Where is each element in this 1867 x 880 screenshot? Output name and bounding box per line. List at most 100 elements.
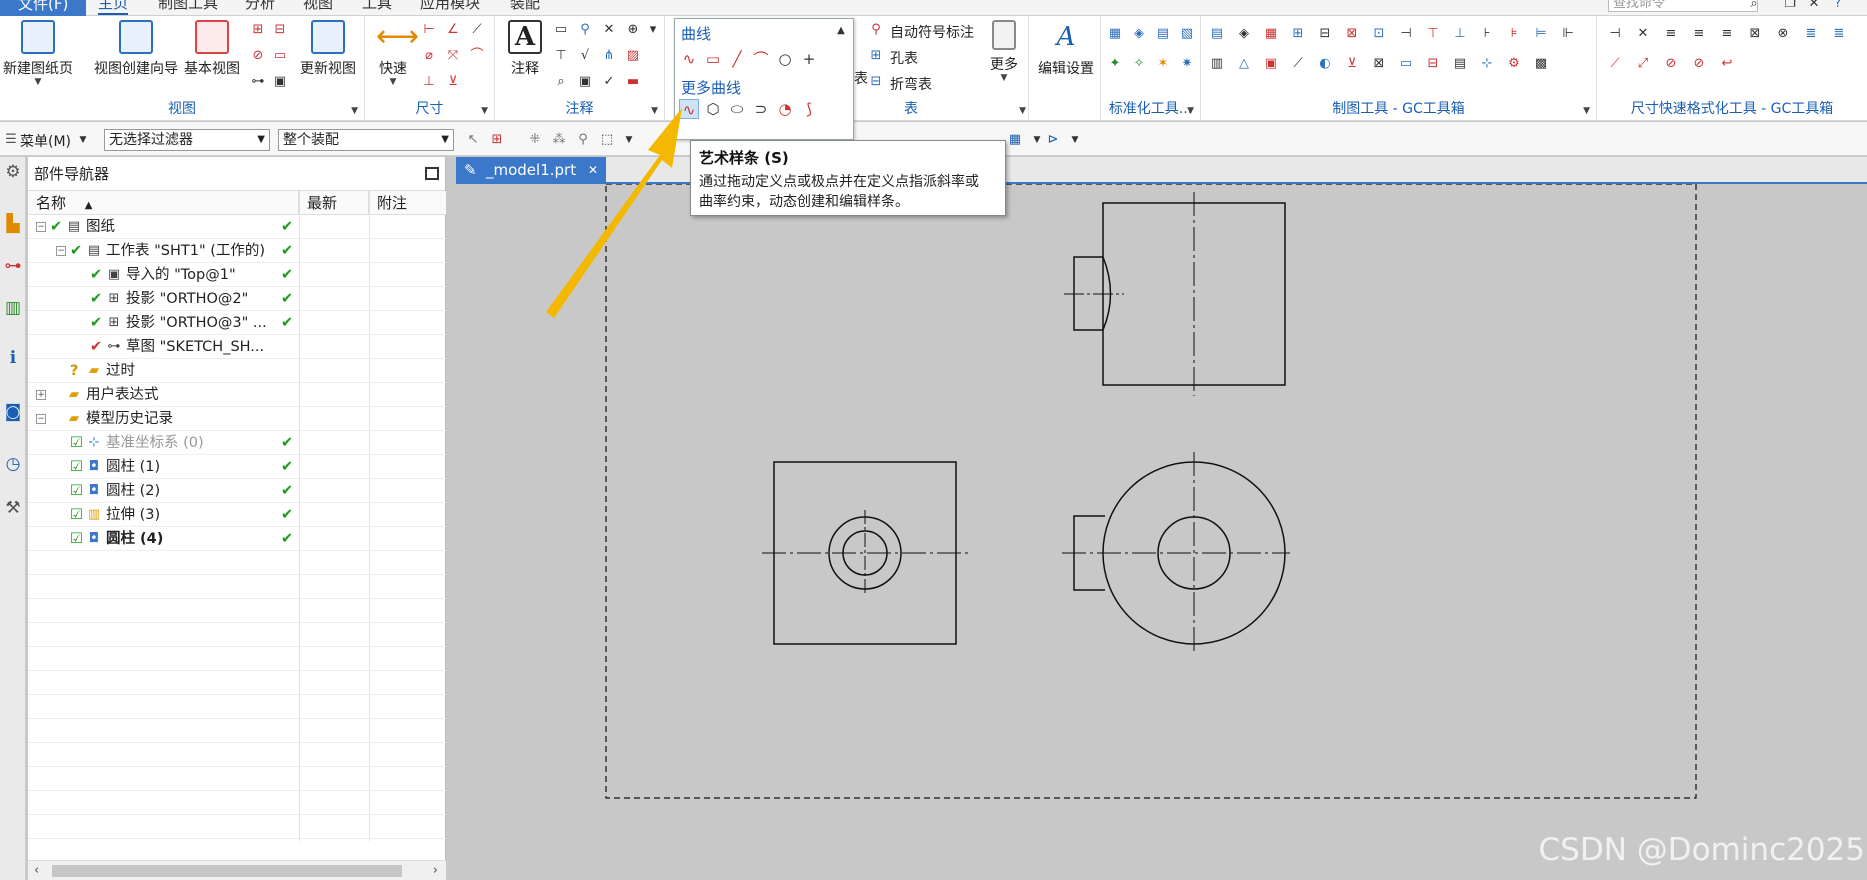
visibility-checkbox-icon[interactable]: ☑	[70, 455, 83, 479]
scrollbar-thumb[interactable]	[52, 865, 402, 877]
command-search-input[interactable]: 查找命令	[1608, 0, 1758, 12]
dim-format-icon[interactable]: ≡	[1719, 26, 1735, 42]
help-icon[interactable]: ?	[1830, 0, 1846, 12]
std-tool-icon-1[interactable]: ▦	[1107, 26, 1123, 42]
visibility-checkbox-icon[interactable]: ☑	[70, 503, 83, 527]
dim-format-icon[interactable]: ⊣	[1607, 26, 1623, 42]
std-tool-icon-5[interactable]: ✦	[1107, 56, 1123, 72]
dim-format-icon[interactable]: ≣	[1831, 26, 1847, 42]
line-icon[interactable]: ╱	[727, 49, 747, 69]
dim-format-icon[interactable]: ≣	[1803, 26, 1819, 42]
gc-tool-icon[interactable]: ⚙	[1506, 56, 1522, 72]
gc-tool-icon[interactable]: ▤	[1452, 56, 1468, 72]
tree-row[interactable]: ☑ ◘ 圆柱 (1) ✔	[28, 455, 446, 479]
menu-icon[interactable]: ☰	[2, 132, 20, 148]
side-view[interactable]	[1062, 452, 1290, 654]
projected-view-icon[interactable]: ⊞	[250, 22, 266, 38]
gc-tool-icon[interactable]: ⊩	[1560, 26, 1576, 42]
gc-tool-icon[interactable]: ▦	[1263, 26, 1279, 42]
std-tool-icon-8[interactable]: ✷	[1179, 56, 1195, 72]
tab-file[interactable]: 文件(F)	[0, 0, 87, 16]
maximize-icon[interactable]	[425, 167, 439, 180]
area-fill-icon[interactable]: ▬	[625, 74, 641, 90]
tree-row[interactable]: ✔ ⊶ 草图 "SKETCH_SH...	[28, 335, 446, 359]
bend-table-button[interactable]: 折弯表	[890, 74, 932, 94]
group-table-dropdown-icon[interactable]: ▼	[1019, 106, 1026, 116]
scroll-left-icon[interactable]: ‹	[34, 861, 39, 880]
tree-row[interactable]: − ✔ ▤ 工作表 "SHT1" (工作的) ✔	[28, 239, 446, 263]
polygon-icon[interactable]: ⬡	[703, 99, 723, 119]
zoom-region-icon[interactable]: ⌕	[553, 74, 569, 90]
group-annotation-dropdown-icon[interactable]: ▼	[651, 106, 658, 116]
search-icon[interactable]: ⌕	[1746, 0, 1762, 12]
dim-format-icon[interactable]: ⤢	[1635, 56, 1651, 72]
view-image-icon[interactable]: ▣	[272, 74, 288, 90]
bend-table-icon[interactable]: ⊟	[868, 74, 884, 90]
auto-symbol-button[interactable]: 自动符号标注	[890, 22, 974, 42]
tab-analysis[interactable]: 分析	[245, 0, 275, 13]
feature-control-frame-icon[interactable]: ▭	[553, 22, 569, 38]
tab-drafting-tools[interactable]: 制图工具	[158, 0, 218, 13]
tree-row[interactable]: ✔ ⊞ 投影 "ORTHO@2" ✔	[28, 287, 446, 311]
dim-format-icon[interactable]: ≡	[1663, 26, 1679, 42]
dim-format-icon[interactable]: ≡	[1691, 26, 1707, 42]
select-icon[interactable]: ↖	[464, 132, 482, 148]
edit-settings-button[interactable]: A 编辑设置	[1037, 20, 1095, 78]
gc-tool-icon[interactable]: ⟋	[1290, 56, 1306, 72]
angular-dimension-icon[interactable]: ∠	[445, 22, 461, 38]
document-tab[interactable]: ✎ _model1.prt ✕	[456, 157, 606, 183]
detail-view-icon[interactable]: ⊟	[272, 22, 288, 38]
dim-format-icon[interactable]: ⊘	[1691, 56, 1707, 72]
arc-length-icon[interactable]: ⌒	[469, 48, 485, 64]
perimeter-dimension-icon[interactable]: ⊻	[445, 74, 461, 90]
offset-curve-icon[interactable]: ⟆	[799, 99, 819, 119]
drawing-sheet[interactable]	[456, 184, 1867, 880]
break-view-icon[interactable]: ▭	[272, 48, 288, 64]
new-sheet-button[interactable]: 新建图纸页 ▼	[2, 20, 74, 87]
gear-icon[interactable]: ⚙	[2, 161, 24, 183]
top-view[interactable]	[1064, 192, 1286, 396]
view-link-icon[interactable]: ⊶	[250, 74, 266, 90]
scroll-right-icon[interactable]: ›	[433, 861, 438, 880]
std-tool-icon-3[interactable]: ▤	[1155, 26, 1171, 42]
display-icon[interactable]: ⊳	[1044, 132, 1062, 148]
group-std-dropdown-icon[interactable]: ▼	[1187, 106, 1194, 116]
ordinate-dimension-icon[interactable]: ⊥	[421, 74, 437, 90]
expand-icon[interactable]: +	[36, 390, 46, 400]
hole-table-icon[interactable]: ⊞	[868, 48, 884, 64]
chevron-down-icon[interactable]: ▼	[74, 132, 92, 148]
collapse-icon[interactable]: −	[56, 246, 66, 256]
std-tool-icon-2[interactable]: ◈	[1131, 26, 1147, 42]
history-palette-tab-icon[interactable]: ◙	[2, 401, 24, 423]
dim-format-icon[interactable]: ⊠	[1747, 26, 1763, 42]
tab-tools[interactable]: 工具	[362, 0, 392, 13]
group-view-dropdown-icon[interactable]: ▼	[351, 106, 358, 116]
dim-format-icon[interactable]: ↩	[1719, 56, 1735, 72]
collapse-up-icon[interactable]: ▲	[831, 21, 851, 41]
datum-target-icon[interactable]: ⊤	[553, 48, 569, 64]
gc-tool-icon[interactable]: ⊟	[1317, 26, 1333, 42]
tree-row[interactable]: ☑ ⊹ 基准坐标系 (0) ✔	[28, 431, 446, 455]
gc-tool-icon[interactable]: ⊡	[1371, 26, 1387, 42]
group-dimension-dropdown-icon[interactable]: ▼	[481, 106, 488, 116]
dim-format-icon[interactable]: ⊗	[1775, 26, 1791, 42]
point-icon[interactable]: +	[799, 49, 819, 69]
hole-table-button[interactable]: 孔表	[890, 48, 918, 68]
chevron-down-icon[interactable]: ▾	[645, 22, 661, 38]
surface-finish-icon[interactable]: √	[577, 48, 593, 64]
visibility-checkbox-icon[interactable]: ☑	[70, 431, 83, 455]
crosshair-icon[interactable]: ⊕	[625, 22, 641, 38]
ellipse-icon[interactable]: ⬭	[727, 99, 747, 119]
column-header-note[interactable]: 附注	[369, 191, 446, 215]
view-wizard-button[interactable]: 视图创建向导	[90, 20, 182, 78]
close-icon[interactable]: ✕	[588, 157, 598, 183]
std-tool-icon-7[interactable]: ✶	[1155, 56, 1171, 72]
thickness-dimension-icon[interactable]: ⤧	[445, 48, 461, 64]
conic-icon[interactable]: ⊃	[751, 99, 771, 119]
tab-assembly[interactable]: 装配	[510, 0, 540, 13]
tree-row[interactable]: ☑ ▥ 拉伸 (3) ✔	[28, 503, 446, 527]
assembly-scope-select[interactable]: 整个装配 ▼	[278, 129, 454, 151]
dim-format-icon[interactable]: ⊘	[1663, 56, 1679, 72]
chevron-down-icon[interactable]: ▼	[620, 132, 638, 148]
gc-tool-icon[interactable]: ▣	[1263, 56, 1279, 72]
